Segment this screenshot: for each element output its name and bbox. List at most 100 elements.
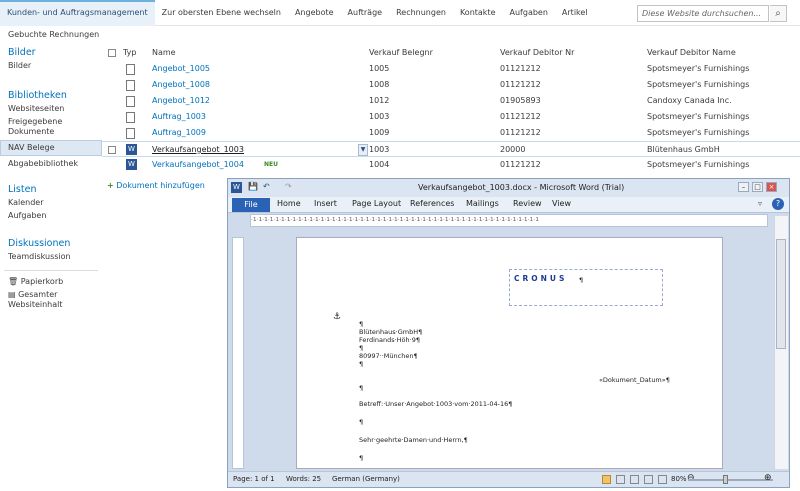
add-document-link[interactable]: + Dokument hinzufügen xyxy=(107,181,205,190)
print-layout-icon[interactable] xyxy=(602,475,611,484)
tab-page-layout[interactable]: Page Layout xyxy=(352,199,401,208)
link-gesamter-websiteinhalt[interactable]: ▤ Gesamter Websiteinhalt xyxy=(0,290,80,310)
row-checkbox[interactable] xyxy=(108,146,116,154)
table-row[interactable]: Auftrag_1003 1003 01121212 Spotsmeyer's … xyxy=(102,109,800,125)
link-papierkorb[interactable]: 🗑 Papierkorb xyxy=(0,277,102,287)
doc-link[interactable]: Angebot_1008 xyxy=(152,77,210,93)
cell-debitor-name: Blütenhaus GmbH xyxy=(647,145,720,154)
zoom-slider[interactable] xyxy=(688,479,773,481)
tab-home[interactable]: Home xyxy=(277,199,301,208)
link-freigegebene-dokumente[interactable]: Freigegebene Dokumente xyxy=(0,117,80,137)
zoom-in-icon[interactable]: ⊕ xyxy=(764,473,772,483)
scrollbar-thumb[interactable] xyxy=(776,239,786,349)
link-nav-belege[interactable]: NAV Belege xyxy=(0,140,102,156)
link-aufgaben[interactable]: Aufgaben xyxy=(0,211,102,221)
table-row[interactable]: W Verkaufsangebot_1004 NEU 1004 01121212… xyxy=(102,157,800,173)
section-bilder[interactable]: Bilder xyxy=(0,47,102,58)
link-abgabebibliothek[interactable]: Abgabebibliothek xyxy=(0,159,102,169)
nav-angebote[interactable]: Angebote xyxy=(288,0,341,26)
doc-link[interactable]: Auftrag_1009 xyxy=(152,125,206,141)
chevron-down-icon[interactable]: ▼ xyxy=(358,144,368,156)
line-p4: ¶ xyxy=(359,384,364,392)
papierkorb-label: Papierkorb xyxy=(20,277,64,286)
tab-view[interactable]: View xyxy=(552,199,571,208)
cell-debitor-name: Spotsmeyer's Furnishings xyxy=(647,160,750,169)
document-icon xyxy=(126,96,135,107)
plus-icon: + xyxy=(107,181,114,190)
gesamter-label: Gesamter Websiteinhalt xyxy=(8,290,63,309)
status-words[interactable]: Words: 25 xyxy=(286,475,321,483)
document-icon xyxy=(126,80,135,91)
redo-icon[interactable]: ↷ xyxy=(285,182,292,191)
ribbon-tabs: File Home Insert Page Layout References … xyxy=(228,197,789,213)
outline-icon[interactable] xyxy=(644,475,653,484)
col-name[interactable]: Name xyxy=(152,45,176,61)
nav-zur-obersten-ebene[interactable]: Zur obersten Ebene wechseln xyxy=(155,0,288,26)
section-bibliotheken[interactable]: Bibliotheken xyxy=(0,90,102,101)
zoom-out-icon[interactable]: ⊖ xyxy=(687,473,695,483)
word-window: W 💾 ↶ ↷ Verkaufsangebot_1003.docx - Micr… xyxy=(227,178,790,488)
doc-link[interactable]: Verkaufsangebot_1003 xyxy=(152,142,244,158)
doc-link[interactable]: Angebot_1012 xyxy=(152,93,210,109)
undo-icon[interactable]: ↶ xyxy=(263,182,270,191)
doc-link[interactable]: Auftrag_1003 xyxy=(152,109,206,125)
save-icon[interactable]: 💾 xyxy=(248,182,258,191)
table-row[interactable]: Angebot_1005 1005 01121212 Spotsmeyer's … xyxy=(102,61,800,77)
table-row[interactable]: Angebot_1008 1008 01121212 Spotsmeyer's … xyxy=(102,77,800,93)
nav-kunden-auftragsmanagement[interactable]: Kunden- und Auftragsmanagement xyxy=(0,0,155,26)
minimize-icon[interactable]: – xyxy=(738,182,749,192)
document-icon xyxy=(126,64,135,75)
maximize-icon[interactable]: □ xyxy=(752,182,763,192)
link-kalender[interactable]: Kalender xyxy=(0,198,102,208)
chevron-down-icon[interactable]: ▿ xyxy=(758,199,762,208)
nav-auftraege[interactable]: Aufträge xyxy=(341,0,390,26)
document-page[interactable]: CRONUS ¶ ⚓ ¶ Blütenhaus·GmbH¶ Ferdinands… xyxy=(296,237,723,469)
status-page[interactable]: Page: 1 of 1 xyxy=(233,475,275,483)
word-doc-icon: W xyxy=(126,144,137,155)
col-debitor-nr[interactable]: Verkauf Debitor Nr xyxy=(500,45,574,61)
nav-aufgaben[interactable]: Aufgaben xyxy=(503,0,555,26)
close-icon[interactable]: × xyxy=(766,182,777,192)
col-debitor-name[interactable]: Verkauf Debitor Name xyxy=(647,45,736,61)
table-row[interactable]: Angebot_1012 1012 01905893 Candoxy Canad… xyxy=(102,93,800,109)
tab-insert[interactable]: Insert xyxy=(314,199,337,208)
nav-artikel[interactable]: Artikel xyxy=(555,0,595,26)
section-diskussionen[interactable]: Diskussionen xyxy=(0,238,102,249)
help-icon[interactable]: ? xyxy=(772,198,784,210)
cell-debitor-nr: 01121212 xyxy=(500,80,541,89)
link-bilder[interactable]: Bilder xyxy=(0,61,102,71)
word-doc-icon: W xyxy=(126,159,137,170)
subnav-gebuchte-rechnungen[interactable]: Gebuchte Rechnungen xyxy=(0,27,99,43)
col-belegnr[interactable]: Verkauf Belegnr xyxy=(369,45,433,61)
search-icon[interactable]: ⌕ xyxy=(770,5,787,22)
line-datum: «Dokument_Datum»¶ xyxy=(599,376,670,384)
table-row-selected[interactable]: W Verkaufsangebot_1003 ▼ 1003 20000 Blüt… xyxy=(102,141,800,157)
horizontal-ruler[interactable]: ·1·1·1·1·1·1·1·1·1·1·1·1·1·1·1·1·1·1·1·1… xyxy=(250,214,768,227)
cell-belegnr: 1009 xyxy=(369,128,390,137)
draft-icon[interactable] xyxy=(658,475,667,484)
section-listen[interactable]: Listen xyxy=(0,184,102,195)
cell-debitor-nr: 01121212 xyxy=(500,128,541,137)
tab-references[interactable]: References xyxy=(410,199,454,208)
search-input[interactable]: Diese Website durchsuchen... xyxy=(637,5,769,22)
vertical-ruler[interactable] xyxy=(232,237,244,469)
select-all-checkbox[interactable] xyxy=(108,49,116,57)
full-screen-icon[interactable] xyxy=(616,475,625,484)
zoom-level[interactable]: 80% xyxy=(671,475,687,483)
link-teamdiskussion[interactable]: Teamdiskussion xyxy=(0,252,102,262)
col-typ[interactable]: Typ xyxy=(123,45,136,61)
doc-link[interactable]: Angebot_1005 xyxy=(152,61,210,77)
status-language[interactable]: German (Germany) xyxy=(332,475,400,483)
table-row[interactable]: Auftrag_1009 1009 01121212 Spotsmeyer's … xyxy=(102,125,800,141)
nav-kontakte[interactable]: Kontakte xyxy=(453,0,503,26)
cell-debitor-nr: 01905893 xyxy=(500,96,541,105)
tab-file[interactable]: File xyxy=(232,198,270,212)
tab-mailings[interactable]: Mailings xyxy=(466,199,499,208)
tab-review[interactable]: Review xyxy=(513,199,542,208)
nav-rechnungen[interactable]: Rechnungen xyxy=(389,0,453,26)
doc-link[interactable]: Verkaufsangebot_1004 xyxy=(152,157,244,173)
word-app-icon[interactable]: W xyxy=(231,182,242,193)
link-websiteseiten[interactable]: Websiteseiten xyxy=(0,104,102,114)
web-layout-icon[interactable] xyxy=(630,475,639,484)
zoom-slider-handle[interactable] xyxy=(723,475,728,484)
